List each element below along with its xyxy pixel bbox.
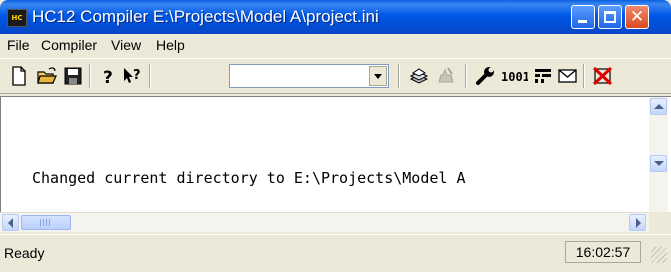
disabled-red-icon	[592, 66, 613, 86]
window-title: HC12 Compiler E:\Projects\Model A\projec…	[32, 7, 379, 26]
scroll-grip-icon	[40, 219, 52, 226]
status-text: Ready	[4, 245, 45, 261]
scroll-down-button[interactable]	[650, 155, 667, 172]
help-button[interactable]: ?	[97, 65, 119, 88]
red-x-button[interactable]	[592, 65, 614, 87]
help-icon: ?	[103, 68, 113, 88]
save-icon	[64, 67, 82, 85]
svg-text:?: ?	[103, 68, 113, 87]
toolbar-separator	[465, 64, 467, 88]
new-file-icon	[12, 66, 26, 86]
toolbar-combo[interactable]	[229, 64, 389, 88]
messages-settings-icon	[535, 69, 551, 83]
toolbar: ? ? 1001	[0, 58, 671, 94]
output-line: Changed current directory to E:\Projects…	[32, 169, 466, 187]
close-icon: ✕	[629, 7, 645, 27]
toolbar-separator	[398, 64, 400, 88]
status-time: 16:02:57	[565, 241, 641, 263]
message-settings-button[interactable]	[532, 65, 554, 87]
combo-dropdown-button[interactable]	[369, 66, 387, 86]
menu-view[interactable]: View	[111, 37, 141, 53]
compile-button[interactable]	[408, 65, 430, 87]
stop-compile-button[interactable]	[435, 65, 457, 87]
svg-text:1001: 1001	[501, 70, 528, 84]
status-bar: Ready 16:02:57	[0, 234, 671, 272]
menu-file[interactable]: File	[7, 37, 30, 53]
stop-compile-icon	[438, 67, 454, 83]
app-icon[interactable]: HC	[7, 9, 27, 27]
horizontal-scroll-thumb[interactable]	[21, 215, 71, 230]
minimize-button[interactable]	[571, 5, 595, 29]
close-button[interactable]: ✕	[625, 5, 649, 29]
resize-grip-icon[interactable]	[651, 247, 667, 263]
horizontal-scrollbar[interactable]	[0, 212, 649, 232]
options-wrench-icon	[476, 67, 494, 85]
scroll-up-button[interactable]	[650, 98, 667, 115]
save-button[interactable]	[62, 65, 84, 87]
menu-compiler[interactable]: Compiler	[41, 37, 97, 53]
toolbar-separator	[89, 64, 91, 88]
menu-bar: File Compiler View Help	[0, 34, 671, 56]
maximize-icon	[604, 11, 616, 23]
menu-help[interactable]: Help	[156, 37, 185, 53]
new-file-button[interactable]	[8, 65, 30, 87]
compiler-window: HC HC12 Compiler E:\Projects\Model A\pro…	[0, 0, 671, 272]
minimize-icon	[578, 20, 587, 23]
maximize-button[interactable]	[598, 5, 622, 29]
toolbar-separator	[149, 64, 151, 88]
output-pane[interactable]: Changed current directory to E:\Projects…	[0, 96, 671, 212]
open-folder-icon	[37, 67, 57, 84]
bits-button[interactable]: 1001	[500, 65, 530, 87]
context-help-button[interactable]: ?	[122, 65, 144, 87]
context-help-icon: ?	[124, 68, 141, 83]
svg-text:?: ?	[133, 68, 141, 83]
title-bar[interactable]: HC HC12 Compiler E:\Projects\Model A\pro…	[0, 0, 671, 34]
vertical-scrollbar[interactable]	[649, 97, 668, 212]
scroll-left-button[interactable]	[2, 214, 19, 231]
compile-icon	[409, 68, 429, 84]
mail-icon	[558, 69, 577, 83]
options-button[interactable]	[474, 65, 496, 87]
mail-button[interactable]	[557, 65, 579, 87]
options-bits-icon: 1001	[501, 70, 530, 84]
toolbar-separator	[583, 64, 585, 88]
open-button[interactable]	[36, 65, 58, 87]
scroll-right-button[interactable]	[629, 214, 646, 231]
